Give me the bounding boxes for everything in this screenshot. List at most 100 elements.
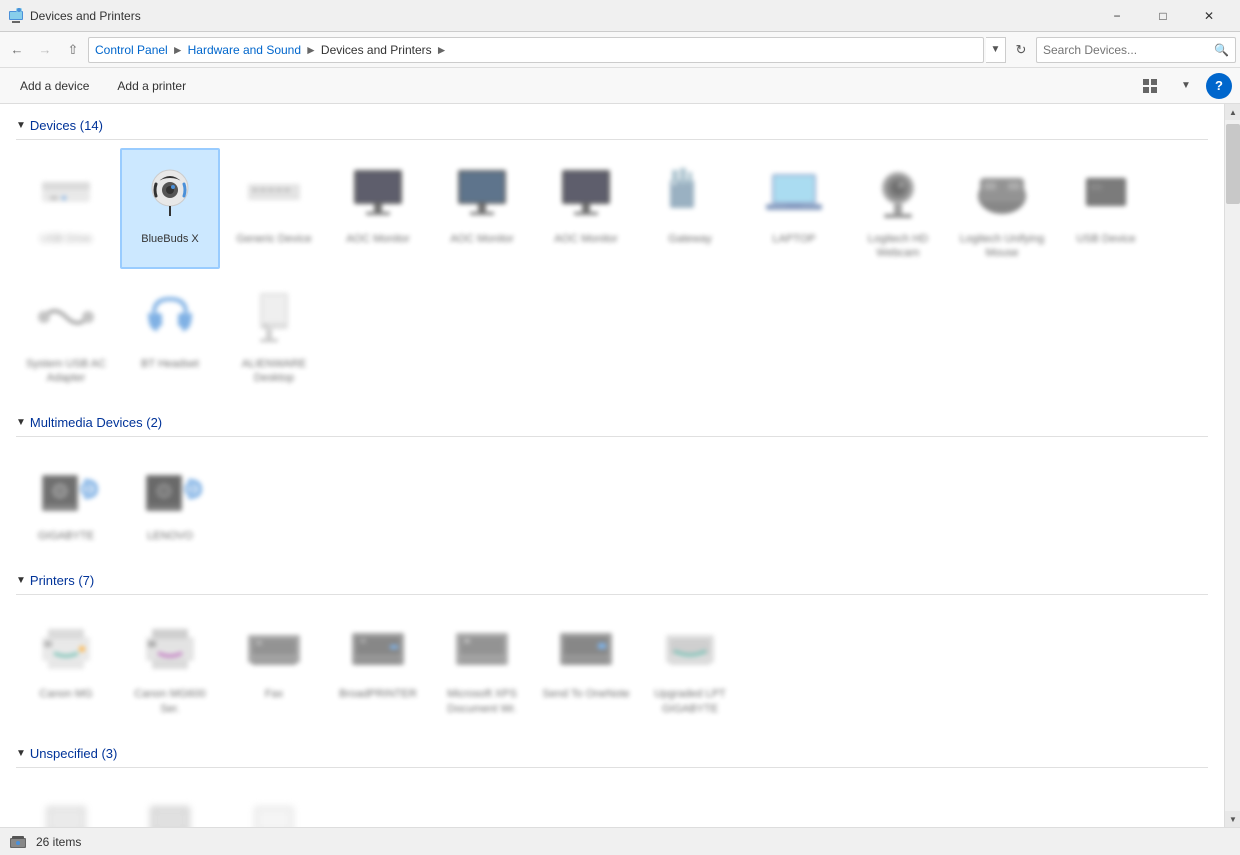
devices-title: Devices	[30, 118, 76, 133]
device-label: USB Drive	[40, 232, 91, 246]
device-item-bt-headset[interactable]: BT Headset	[120, 273, 220, 394]
unspecified-item-1[interactable]: Unknown Device 1	[16, 776, 116, 827]
search-box[interactable]: 🔍	[1036, 37, 1236, 63]
view-dropdown-button[interactable]: ▼	[1170, 73, 1202, 99]
printers-chevron: ▼	[16, 575, 26, 586]
unspecified-icon-1	[30, 784, 102, 827]
printer-label-2: Canon MG600 Ser.	[126, 687, 214, 716]
address-dropdown[interactable]: ▼	[986, 37, 1006, 63]
breadcrumb-hardware-sound[interactable]: Hardware and Sound	[188, 43, 301, 57]
desktop-label: ALIENWARE Desktop	[230, 357, 318, 386]
logitech-icon	[966, 156, 1038, 228]
logitech-label: Logitech Unifying Mouse	[958, 232, 1046, 261]
scrollbar[interactable]: ▲ ▼	[1224, 104, 1240, 827]
bluebuds-label: BlueBuds X	[141, 232, 198, 246]
device-icon	[238, 156, 310, 228]
toolbar-right: ▼ ?	[1134, 73, 1232, 99]
printer-label-1: Canon MG	[39, 687, 92, 701]
printers-count: (7)	[75, 573, 95, 588]
titlebar: Devices and Printers − □ ✕	[0, 0, 1240, 32]
breadcrumb-current: Devices and Printers	[321, 43, 432, 57]
monitor-label2: AOC Monitor	[450, 232, 514, 246]
printer-item-5[interactable]: Microsoft XPS Document Wr.	[432, 603, 532, 724]
toolbar: Add a device Add a printer ▼ ?	[0, 68, 1240, 104]
bt-headset-icon	[134, 281, 206, 353]
router-icon	[654, 156, 726, 228]
section-devices-header[interactable]: ▼ Devices (14)	[16, 112, 1208, 140]
monitor-icon2	[446, 156, 518, 228]
printer-item-7[interactable]: Upgraded LPT GIGABYTE	[640, 603, 740, 724]
printer-icon-6	[550, 611, 622, 683]
status-count: 26 items	[36, 835, 81, 849]
breadcrumb: Control Panel ► Hardware and Sound ► Dev…	[88, 37, 984, 63]
device-item-router[interactable]: Gateway	[640, 148, 740, 269]
devices-chevron: ▼	[16, 120, 26, 131]
printer-item-3[interactable]: Fax	[224, 603, 324, 724]
refresh-button[interactable]: ↻	[1008, 37, 1034, 63]
multimedia-label-2: LENOVO	[147, 529, 193, 543]
device-item-laptop[interactable]: LAPTOP	[744, 148, 844, 269]
device-item[interactable]: Generic Device	[224, 148, 324, 269]
printers-grid: Canon MG Canon MG600 Ser.	[16, 603, 1208, 724]
device-item-monitor1[interactable]: AOC Monitor	[328, 148, 428, 269]
cable-icon	[30, 281, 102, 353]
multimedia-count: (2)	[143, 415, 163, 430]
unspecified-item-2[interactable]: Unknown Device 2	[120, 776, 220, 827]
unspecified-chevron: ▼	[16, 748, 26, 759]
section-printers-header[interactable]: ▼ Printers (7)	[16, 567, 1208, 595]
forward-button[interactable]: →	[32, 37, 58, 63]
printer-item-4[interactable]: BroadPRINTER	[328, 603, 428, 724]
unspecified-icon-3	[238, 784, 310, 827]
unspecified-grid: Unknown Device 1 Unknown Device 2	[16, 776, 1208, 827]
device-item-webcam[interactable]: Logitech HD Webcam	[848, 148, 948, 269]
printer-label-3: Fax	[265, 687, 283, 701]
minimize-button[interactable]: −	[1094, 0, 1140, 32]
help-button[interactable]: ?	[1206, 73, 1232, 99]
printer-icon-7	[654, 611, 726, 683]
section-multimedia-header[interactable]: ▼ Multimedia Devices (2)	[16, 409, 1208, 437]
search-icon: 🔍	[1214, 43, 1229, 57]
close-button[interactable]: ✕	[1186, 0, 1232, 32]
unspecified-item-3[interactable]: Unknown Device 3	[224, 776, 324, 827]
add-device-button[interactable]: Add a device	[8, 73, 101, 99]
printer-item-2[interactable]: Canon MG600 Ser.	[120, 603, 220, 724]
scroll-track[interactable]	[1225, 120, 1240, 811]
addressbar: ← → ⇧ Control Panel ► Hardware and Sound…	[0, 32, 1240, 68]
device-item-desktop[interactable]: ALIENWARE Desktop	[224, 273, 324, 394]
device-label: Generic Device	[236, 232, 311, 246]
printer-label-6: Send To OneNote	[542, 687, 629, 701]
printer-icon-1	[30, 611, 102, 683]
scroll-down-button[interactable]: ▼	[1225, 811, 1240, 827]
device-item-logitech[interactable]: Logitech Unifying Mouse	[952, 148, 1052, 269]
device-item-cable[interactable]: System USB AC Adapter	[16, 273, 116, 394]
printer-icon-4	[342, 611, 414, 683]
multimedia-chevron: ▼	[16, 417, 26, 428]
printer-item-1[interactable]: Canon MG	[16, 603, 116, 724]
device-item-monitor3[interactable]: AOC Monitor	[536, 148, 636, 269]
desktop-icon	[238, 281, 310, 353]
breadcrumb-control-panel[interactable]: Control Panel	[95, 43, 168, 57]
monitor-label3: AOC Monitor	[554, 232, 618, 246]
view-button[interactable]	[1134, 73, 1166, 99]
maximize-button[interactable]: □	[1140, 0, 1186, 32]
add-printer-button[interactable]: Add a printer	[105, 73, 198, 99]
device-item[interactable]: USB Drive	[16, 148, 116, 269]
multimedia-item-2[interactable]: LENOVO	[120, 445, 220, 551]
printers-title: Printers	[30, 573, 75, 588]
multimedia-item-1[interactable]: GIGABYTE	[16, 445, 116, 551]
device-item-bluebuds[interactable]: BlueBuds X	[120, 148, 220, 269]
scroll-thumb[interactable]	[1226, 124, 1240, 204]
scroll-up-button[interactable]: ▲	[1225, 104, 1240, 120]
search-input[interactable]	[1043, 43, 1214, 57]
device-item-usb2[interactable]: USB Device	[1056, 148, 1156, 269]
multimedia-label-1: GIGABYTE	[38, 529, 94, 543]
section-unspecified-header[interactable]: ▼ Unspecified (3)	[16, 740, 1208, 768]
usb-icon	[1070, 156, 1142, 228]
printer-item-6[interactable]: Send To OneNote	[536, 603, 636, 724]
multimedia-grid: GIGABYTE LENOVO	[16, 445, 1208, 551]
back-button[interactable]: ←	[4, 37, 30, 63]
multimedia-title: Multimedia Devices	[30, 415, 143, 430]
media-server-icon2	[134, 453, 206, 525]
up-button[interactable]: ⇧	[60, 37, 86, 63]
device-item-monitor2[interactable]: AOC Monitor	[432, 148, 532, 269]
